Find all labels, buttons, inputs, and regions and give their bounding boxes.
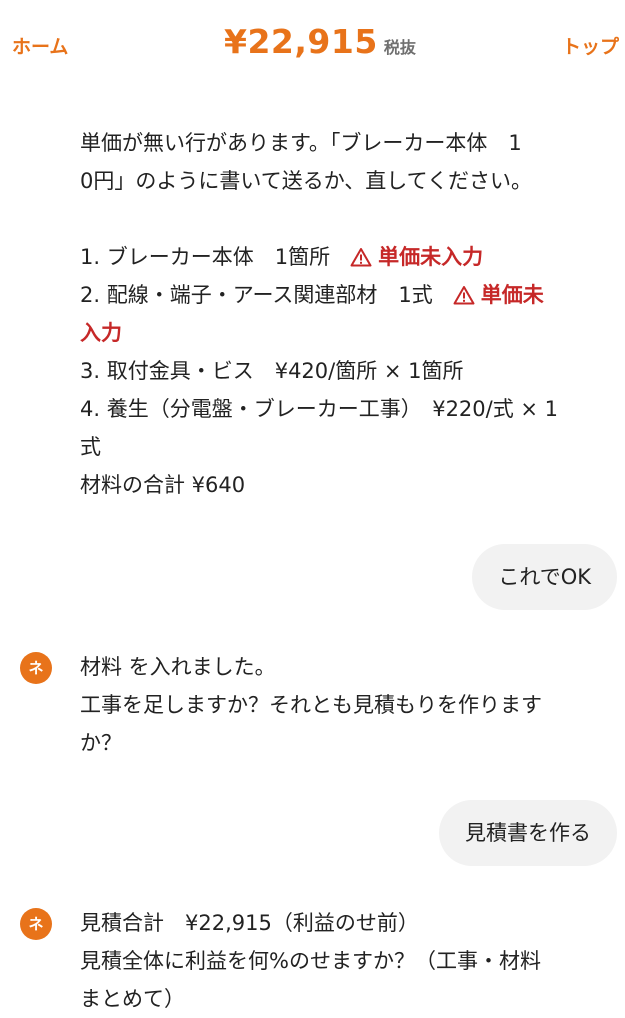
message-text: 見積書を作る	[465, 821, 591, 845]
message-text: まとめて）	[80, 987, 185, 1011]
home-link[interactable]: ホーム	[12, 32, 68, 59]
warning-triangle-icon	[453, 286, 475, 305]
assistant-message: 材料 を入れました。 工事を足しますか？それとも見積もりを作ります か？	[80, 648, 610, 762]
message-text: これでOK	[498, 565, 591, 589]
assistant-message: 見積合計 ¥22,915（利益のせ前） 見積全体に利益を何%のせますか？（工事・…	[80, 904, 610, 1018]
missing-price-warning: 単価未	[453, 283, 544, 307]
item-text: 1. ブレーカー本体 1箇所	[80, 245, 331, 269]
warning-text: 入力	[80, 321, 122, 345]
tax-excluded-label: 税抜	[383, 38, 416, 57]
estimate-total: ¥22,915 税抜	[224, 22, 416, 61]
user-message-bubble: これでOK	[472, 544, 617, 610]
top-link[interactable]: トップ	[562, 32, 619, 59]
warning-triangle-icon	[350, 248, 372, 267]
user-message-bubble: 見積書を作る	[439, 800, 617, 866]
list-item-wrap: 入力	[80, 314, 610, 352]
message-text: 0円」のように書いて送るか、直してください。	[80, 169, 533, 193]
missing-price-warning: 単価未入力	[350, 245, 483, 269]
assistant-warning-message: 単価が無い行があります。「ブレーカー本体 1 0円」のように書いて送るか、直して…	[80, 124, 610, 504]
list-item: 1. ブレーカー本体 1箇所 単価未入力	[80, 238, 610, 276]
warning-text: 単価未入力	[378, 245, 484, 269]
assistant-avatar: ネ	[20, 652, 52, 684]
message-text: 工事を足しますか？それとも見積もりを作ります	[80, 693, 542, 717]
list-item: 2. 配線・端子・アース関連部材 1式 単価未	[80, 276, 610, 314]
message-text: 単価が無い行があります。「ブレーカー本体 1	[80, 131, 522, 155]
list-item: 4. 養生（分電盤・ブレーカー工事） ¥220/式 × 1	[80, 397, 559, 421]
assistant-avatar: ネ	[20, 908, 52, 940]
message-text: 見積全体に利益を何%のせますか？（工事・材料	[80, 949, 541, 973]
list-item-wrap: 式	[80, 435, 101, 459]
list-item: 3. 取付金具・ビス ¥420/箇所 × 1箇所	[80, 359, 464, 383]
item-text: 2. 配線・端子・アース関連部材 1式	[80, 283, 433, 307]
message-text: 見積合計 ¥22,915（利益のせ前）	[80, 911, 419, 935]
app-header: ホーム ¥22,915 税抜 トップ	[0, 0, 625, 86]
message-text: 材料 を入れました。	[80, 655, 276, 679]
total-amount: ¥22,915	[224, 22, 378, 61]
materials-subtotal: 材料の合計 ¥640	[80, 473, 246, 497]
message-text: か？	[80, 731, 122, 755]
warning-text: 単価未	[480, 283, 544, 307]
